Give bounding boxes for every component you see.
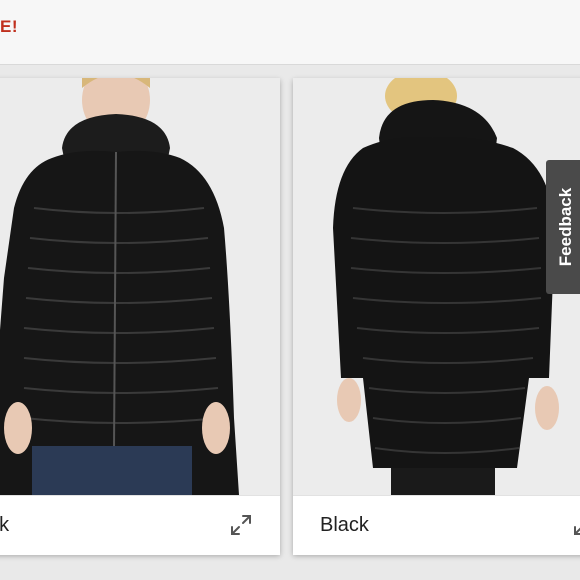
feedback-tab[interactable]: Feedback [546,160,580,294]
expand-arrows-icon[interactable] [228,512,254,538]
product-image-card-back[interactable]: Black [293,78,580,555]
promo-text: E! [0,17,18,36]
card-caption-front: ack [0,495,280,555]
expand-arrows-icon[interactable] [571,512,580,538]
card-caption-back: Black [293,495,580,555]
color-label: ack [0,514,10,536]
color-label: Black [320,514,369,536]
product-photo-front[interactable] [0,78,280,495]
top-banner: E! [0,0,580,65]
product-photo-back[interactable] [293,78,580,495]
feedback-label: Feedback [556,187,575,267]
product-image-card-front[interactable]: ack [0,78,280,555]
